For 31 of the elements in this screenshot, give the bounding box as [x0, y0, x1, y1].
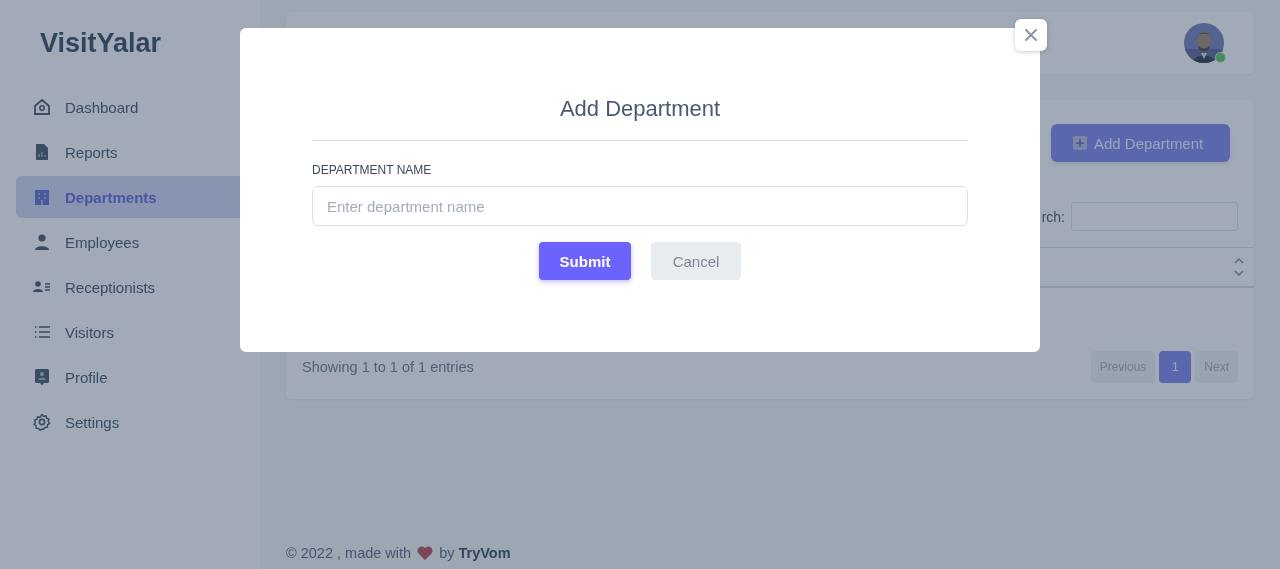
nav-item[interactable]: Employees [16, 221, 260, 263]
cancel-button[interactable]: Cancel [651, 242, 741, 280]
nav-item[interactable]: Receptionists [16, 266, 260, 308]
report-icon [33, 143, 51, 161]
logo: VisitYalar [39, 28, 163, 60]
close-icon [1024, 28, 1038, 42]
home-icon [33, 98, 51, 116]
id-card-icon [33, 368, 51, 386]
list-icon [33, 323, 51, 341]
person-icon [33, 233, 51, 251]
sort-icon[interactable] [1234, 256, 1244, 278]
submit-button[interactable]: Submit [539, 242, 631, 280]
add-department-button[interactable]: Add Department [1051, 124, 1230, 162]
nav-item[interactable]: Dashboard [16, 86, 260, 128]
nav-item[interactable]: Reports [16, 131, 260, 173]
nav-item[interactable]: Settings [16, 401, 260, 443]
entries-info: Showing 1 to 1 of 1 entries [302, 359, 474, 375]
plus-square-icon [1073, 136, 1087, 150]
heart-icon [417, 546, 434, 560]
dialog-title: Add Department [558, 96, 722, 123]
building-icon [33, 188, 51, 206]
footer-text: © 2022 , made with [286, 545, 412, 561]
settings-icon [33, 413, 51, 431]
department-name-field[interactable]: Enter department name [312, 186, 968, 226]
search-label: rch: [1041, 208, 1065, 225]
nav-item[interactable]: Visitors [16, 311, 260, 353]
page-button[interactable]: 1 [1159, 351, 1192, 383]
nav-item[interactable]: Profile [16, 356, 260, 398]
footer-credit: by TryVom [439, 545, 511, 561]
close-button[interactable] [1015, 19, 1047, 51]
field-label: DEPARTMENT NAME [312, 163, 433, 177]
